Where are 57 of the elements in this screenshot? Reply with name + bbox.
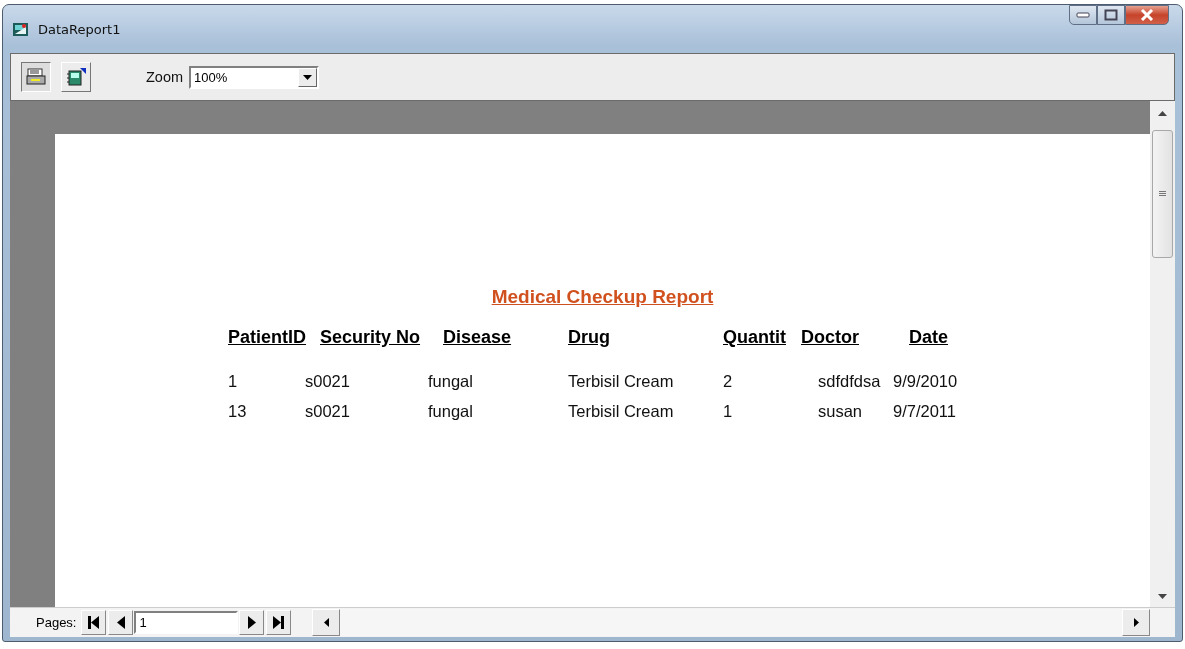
close-button[interactable] [1125,5,1169,25]
table-cell: 13 [228,402,247,420]
column-header: Drug [568,327,610,347]
window-title: DataReport1 [38,21,121,37]
table-cell: 2 [723,372,733,390]
scrollbar-thumb[interactable] [1152,130,1173,258]
table-cell: fungal [428,372,473,390]
horizontal-scrollbar[interactable] [312,609,1150,636]
last-page-button[interactable] [266,610,292,635]
last-icon [273,616,285,629]
printer-icon [26,68,46,86]
report-title: Medical Checkup Report [491,286,714,307]
notebook-icon [66,68,86,86]
left-arrow-icon [324,618,329,627]
table-cell: 1 [228,372,238,390]
page-number-field[interactable]: 1 [134,611,239,634]
maximize-button[interactable] [1097,5,1125,25]
report-icon [12,21,30,37]
first-page-button[interactable] [81,610,107,635]
next-icon [248,616,256,629]
table-cell: 9/7/2011 [893,402,956,420]
column-header: Security No [320,327,421,347]
scroll-right-button[interactable] [1122,609,1150,636]
scroll-down-icon[interactable] [1158,594,1167,599]
table-cell: s0021 [305,402,350,420]
table-cell: 9/9/2010 [893,372,958,390]
close-icon [1139,9,1155,21]
zoom-label: Zoom [146,69,184,85]
print-button[interactable] [21,62,51,92]
next-page-button[interactable] [239,610,265,635]
table-cell: Terbisil Cream [568,402,674,420]
vertical-scrollbar[interactable] [1150,101,1175,607]
column-header: PatientID [228,327,306,347]
export-button[interactable] [61,62,91,92]
zoom-dropdown[interactable]: 100% [189,65,320,89]
column-header: Doctor [801,327,859,347]
column-header: Disease [443,327,512,347]
previous-icon [117,616,125,629]
table-cell: s0021 [305,372,350,390]
table-cell: sdfdfdsa [818,372,881,390]
caret-icon [303,74,313,80]
previous-page-button[interactable] [108,610,134,635]
minimize-button[interactable] [1069,5,1097,25]
table-cell: 1 [723,402,733,420]
pages-label: Pages: [35,615,77,630]
grip-icon [1159,191,1166,197]
table-cell: fungal [428,402,473,420]
scroll-up-icon[interactable] [1158,111,1167,116]
scroll-left-button[interactable] [312,609,341,636]
first-icon [88,616,100,629]
minimize-icon [1076,12,1090,18]
table-cell: susan [818,402,863,420]
maximize-icon [1104,9,1118,21]
table-cell: Terbisil Cream [568,372,674,390]
column-header: Date [909,327,948,347]
right-arrow-icon [1133,618,1139,627]
column-header: Quantit [723,327,786,347]
